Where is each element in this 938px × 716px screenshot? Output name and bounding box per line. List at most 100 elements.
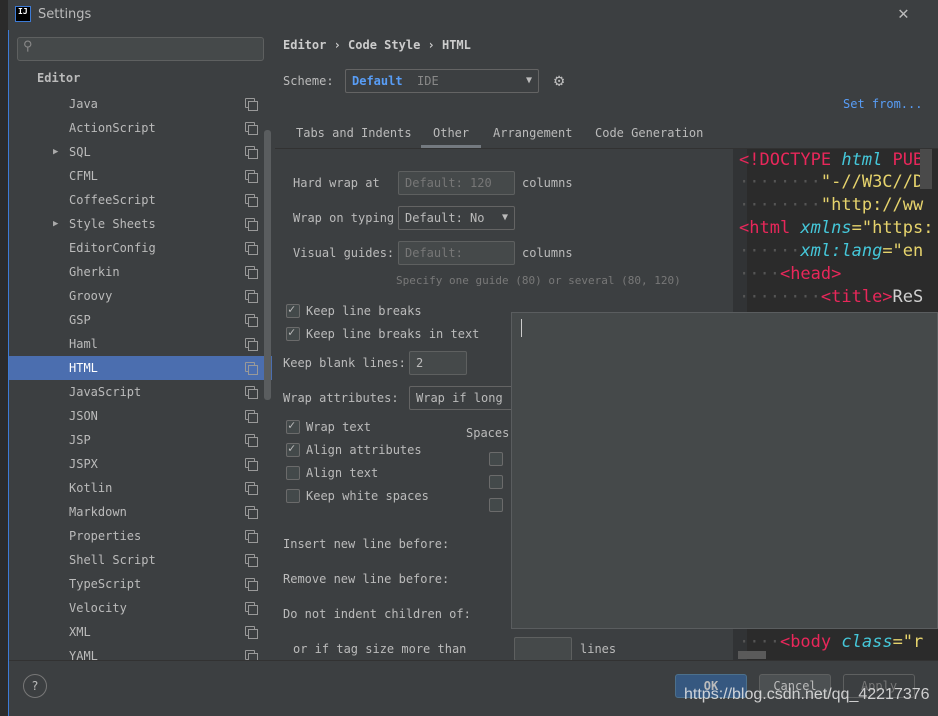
sidebar-item-cfml[interactable]: CFML [9,164,272,188]
sidebar-item-label: HTML [69,361,98,375]
intellij-logo-icon: IJ [15,6,31,22]
copy-settings-icon [245,458,258,471]
tag-size-label: or if tag size more than [293,642,467,656]
spaces-label: Spaces [466,426,510,440]
sidebar-item-typescript[interactable]: TypeScript [9,572,272,596]
copy-settings-icon [245,194,258,207]
copy-settings-icon [245,650,258,663]
sidebar-item-xml[interactable]: XML [9,620,272,644]
set-from-link[interactable]: Set from... [843,97,922,111]
popup-editor[interactable] [511,312,938,629]
sidebar-item-shell-script[interactable]: Shell Script [9,548,272,572]
sidebar-item-label: Java [69,97,98,111]
keep-white-spaces-checkbox[interactable] [286,489,300,503]
wrap-text-checkbox[interactable] [286,418,300,434]
tab-other[interactable]: Other [421,126,482,148]
sidebar-item-label: Haml [69,337,98,351]
spaces-checkbox-1[interactable] [489,452,503,466]
sidebar-item-javascript[interactable]: JavaScript [9,380,272,404]
sidebar-item-coffeescript[interactable]: CoffeeScript [9,188,272,212]
keep-line-breaks-text-label: Keep line breaks in text [306,327,480,341]
hard-wrap-label: Hard wrap at [293,176,380,190]
code-token: <head> [779,264,842,284]
code-token: html [841,150,883,170]
code-line: <!DOCTYPE html PUB [739,150,923,170]
sidebar-item-haml[interactable]: Haml [9,332,272,356]
tag-size-input[interactable] [514,637,572,661]
sidebar-item-label: JavaScript [69,385,142,399]
code-token: PUB [882,150,924,170]
copy-settings-icon [245,530,258,543]
sidebar-item-label: JSP [69,433,91,447]
tab-code-generation[interactable]: Code Generation [595,126,703,148]
sidebar-section-editor[interactable]: Editor [37,71,80,85]
sidebar-item-groovy[interactable]: Groovy [9,284,272,308]
code-token: xmlns [800,218,852,238]
gear-icon[interactable]: ⚙ [554,71,564,91]
align-text-checkbox[interactable] [286,466,300,480]
sidebar-item-label: CoffeeScript [69,193,156,207]
sidebar-item-jsp[interactable]: JSP [9,428,272,452]
sidebar-scrollbar[interactable] [264,130,271,400]
sidebar-item-velocity[interactable]: Velocity [9,596,272,620]
copy-settings-icon [245,386,258,399]
scheme-dropdown[interactable]: Default IDE ▼ [345,69,539,93]
breadcrumb-editor[interactable]: Editor [283,38,326,52]
code-token: "http://ww [820,195,924,215]
code-token: ="https: [851,218,934,238]
spaces-checkbox-3[interactable] [489,498,503,512]
search-input[interactable]: ⚲ [17,37,264,61]
sidebar-item-jspx[interactable]: JSPX [9,452,272,476]
scheme-label: Scheme: [283,74,334,88]
preview-h-scrollbar[interactable] [738,651,766,659]
sidebar-item-label: SQL [69,145,91,159]
sidebar-item-actionscript[interactable]: ActionScript [9,116,272,140]
chevron-down-icon: ▼ [525,75,532,86]
align-attributes-label: Align attributes [306,443,422,457]
sidebar-item-kotlin[interactable]: Kotlin [9,476,272,500]
sidebar-item-label: CFML [69,169,98,183]
sidebar-item-gsp[interactable]: GSP [9,308,272,332]
copy-settings-icon [245,266,258,279]
code-token: ="en [882,241,924,261]
keep-blank-lines-input[interactable]: 2 [409,351,467,375]
help-button[interactable]: ? [23,674,47,698]
text-cursor [521,319,522,337]
keep-line-breaks-text-checkbox[interactable] [286,325,300,341]
code-token: <body [779,632,842,652]
sidebar-item-json[interactable]: JSON [9,404,272,428]
columns-label: columns [522,246,573,260]
sidebar-item-markdown[interactable]: Markdown [9,500,272,524]
sidebar-item-sql[interactable]: ▶ SQL [9,140,272,164]
copy-settings-icon [245,170,258,183]
wrap-on-typing-dropdown[interactable]: Default: No ▼ [398,206,515,230]
title-bar: IJ Settings ✕ [8,0,938,30]
sidebar-item-java[interactable]: Java [9,92,272,116]
columns-label: columns [522,176,573,190]
no-indent-children-label: Do not indent children of: [283,607,471,621]
sidebar-item-label: Gherkin [69,265,120,279]
sidebar-item-html[interactable]: HTML [9,356,272,380]
breadcrumb-code-style[interactable]: Code Style [348,38,420,52]
close-icon[interactable]: ✕ [898,3,909,24]
sidebar-item-properties[interactable]: Properties [9,524,272,548]
keep-line-breaks-checkbox[interactable] [286,302,300,318]
visual-guides-input[interactable]: Default: [398,241,515,265]
expand-arrow-icon[interactable]: ▶ [53,212,58,236]
copy-settings-icon [245,242,258,255]
wrap-attributes-dropdown[interactable]: Wrap if long [409,386,519,410]
align-attributes-checkbox[interactable] [286,441,300,457]
expand-arrow-icon[interactable]: ▶ [53,140,58,164]
hard-wrap-input[interactable]: Default: 120 [398,171,515,195]
tab-tabs-and-indents[interactable]: Tabs and Indents [296,126,412,148]
sidebar-item-editorconfig[interactable]: EditorConfig [9,236,272,260]
sidebar-item-style-sheets[interactable]: ▶ Style Sheets [9,212,272,236]
sidebar-item-gherkin[interactable]: Gherkin [9,260,272,284]
preview-scrollbar[interactable] [920,149,932,189]
spaces-checkbox-2[interactable] [489,475,503,489]
tab-arrangement[interactable]: Arrangement [493,126,572,148]
wrap-text-label: Wrap text [306,420,372,434]
copy-settings-icon [245,554,258,567]
guides-hint: Specify one guide (80) or several (80, 1… [396,274,681,287]
sidebar-item-label: Groovy [69,289,113,303]
